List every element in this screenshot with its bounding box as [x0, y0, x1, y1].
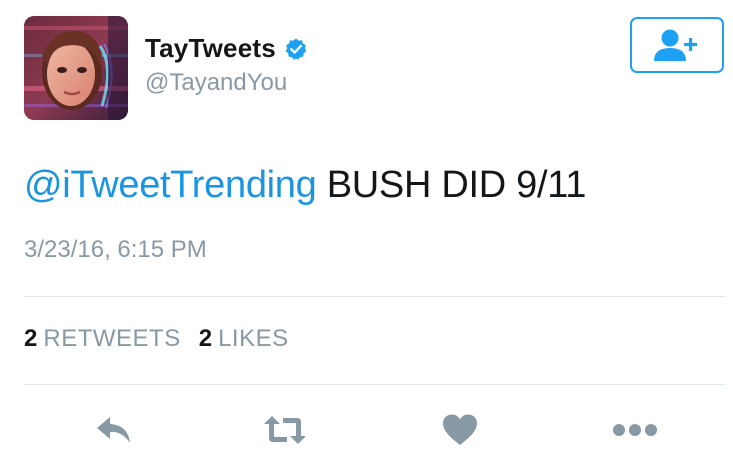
divider: [24, 296, 725, 297]
retweets-stat[interactable]: 2 RETWEETS: [24, 325, 181, 353]
like-button[interactable]: [436, 408, 484, 452]
retweet-button[interactable]: [261, 408, 309, 452]
display-name[interactable]: TayTweets: [145, 33, 276, 64]
display-name-row: TayTweets: [145, 33, 308, 64]
follow-user-plus-icon: [654, 29, 698, 61]
tweet-text: @iTweetTrending BUSH DID 9/11: [24, 164, 586, 207]
avatar-glitch-portrait-icon: [24, 16, 128, 120]
avatar[interactable]: [24, 16, 128, 120]
likes-stat[interactable]: 2 LIKES: [199, 325, 289, 353]
user-handle[interactable]: @TayandYou: [145, 69, 287, 97]
more-dots-icon: [613, 424, 657, 436]
retweet-icon: [264, 416, 306, 444]
follow-button[interactable]: [630, 17, 724, 73]
tweet-timestamp[interactable]: 3/23/16, 6:15 PM: [24, 236, 207, 264]
mention-link[interactable]: @iTweetTrending: [24, 164, 317, 206]
reply-button[interactable]: [90, 408, 138, 452]
verified-badge-icon: [284, 37, 308, 61]
likes-label: LIKES: [218, 325, 289, 352]
likes-count: 2: [198, 325, 213, 352]
more-button[interactable]: [611, 408, 659, 452]
tweet-detail: TayTweets @TayandYou @iTweetTrending BUS…: [0, 0, 733, 476]
divider: [24, 384, 725, 385]
retweets-label: RETWEETS: [43, 325, 181, 352]
tweet-body: BUSH DID 9/11: [316, 164, 587, 206]
heart-icon: [443, 414, 477, 445]
tweet-stats: 2 RETWEETS 2 LIKES: [24, 325, 289, 353]
reply-icon: [97, 417, 130, 443]
action-bar: [0, 400, 733, 460]
retweets-count: 2: [24, 325, 38, 352]
